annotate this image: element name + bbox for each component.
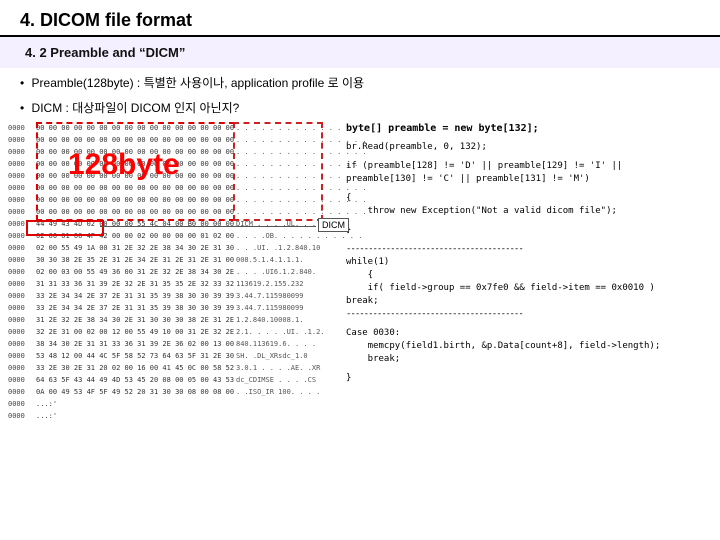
dicm-callout-label: DICM [318,218,349,232]
page-title: 4. DICOM file format [0,0,720,37]
code-line: if( field->group == 0x7fe0 && field->ite… [346,282,714,295]
hex-row: 000053 48 12 00 44 4C 5F 58 52 73 64 63 … [8,350,338,362]
hex-row: 000032 2E 31 00 02 00 12 00 55 49 10 00 … [8,326,338,338]
hex-row: 0000...:' [8,410,338,422]
code-line: br.Read(preamble, 0, 132); [346,141,714,154]
bullet-text-2: DICM : 대상파일이 DICOM 인지 아닌지? [32,101,240,115]
hex-row: 000002 00 03 00 55 49 36 00 31 2E 32 2E … [8,266,338,278]
hex-row: 000030 30 38 2E 35 2E 31 2E 34 2E 31 2E … [8,254,338,266]
hex-row: 000031 31 33 36 31 39 2E 32 2E 31 35 35 … [8,278,338,290]
hex-dump-panel: 000000 00 00 00 00 00 00 00 00 00 00 00 … [8,122,338,422]
hex-row: 000000 00 00 00 00 00 00 00 00 00 00 00 … [8,122,338,134]
hex-row: 000033 2E 34 34 2E 37 2E 31 31 35 39 38 … [8,290,338,302]
dicm-arrow [100,226,316,227]
hex-row: 000002 00 55 49 1A 00 31 2E 32 2E 38 34 … [8,242,338,254]
bullet-icon: • [20,76,24,90]
label-128byte: 128byte [68,148,180,182]
hex-row: 000000 00 00 00 00 00 00 00 00 00 00 00 … [8,134,338,146]
hex-row: 000033 2E 30 2E 31 20 02 00 16 00 41 45 … [8,362,338,374]
code-separator: ---------------------------------------- [346,243,714,256]
hex-row: 000000 00 00 00 00 00 00 00 00 00 00 00 … [8,182,338,194]
section-subtitle: 4. 2 Preamble and “DICM” [0,37,720,68]
code-line: break; [346,353,714,366]
hex-row: 0000...:' [8,398,338,410]
code-panel: byte[] preamble = new byte[132]; br.Read… [342,122,714,422]
code-line: { [346,192,714,205]
bullet-text-1: Preamble(128byte) : 특별한 사용이나, applicatio… [32,76,365,90]
hex-row: 00000A 00 49 53 4F 5F 49 52 20 31 30 30 … [8,386,338,398]
hex-row: 000064 63 5F 43 44 49 4D 53 45 20 08 00 … [8,374,338,386]
hex-row: 000038 34 30 2E 31 31 33 36 31 39 2E 36 … [8,338,338,350]
code-line: byte[] preamble = new byte[132]; [346,122,714,135]
code-line: while(1) [346,256,714,269]
hex-row: 000033 2E 34 34 2E 37 2E 31 31 35 39 38 … [8,302,338,314]
code-line: if (preamble[128] != 'D' || preamble[129… [346,160,714,173]
code-line: memcpy(field1.birth, &p.Data[count+8], f… [346,340,714,353]
hex-row: 000000 00 00 00 00 00 00 00 00 00 00 00 … [8,206,338,218]
code-line: { [346,269,714,282]
code-line: throw new Exception("Not a valid dicom f… [346,205,714,218]
code-line: preamble[130] != 'C' || preamble[131] !=… [346,173,714,186]
bullet-dicm: • DICM : 대상파일이 DICOM 인지 아닌지? [0,93,720,118]
bullet-preamble: • Preamble(128byte) : 특별한 사용이나, applicat… [0,68,720,93]
bullet-icon: • [20,101,24,115]
code-separator: ---------------------------------------- [346,308,714,321]
hex-row: 000000 00 00 00 00 00 00 00 00 00 00 00 … [8,194,338,206]
code-line: break; [346,295,714,308]
code-line: } [346,224,714,237]
code-line: Case 0030: [346,327,714,340]
hex-row: 000031 2E 32 2E 38 34 30 2E 31 30 30 30 … [8,314,338,326]
code-line: } [346,372,714,385]
dicm-highlight-box [26,220,104,236]
